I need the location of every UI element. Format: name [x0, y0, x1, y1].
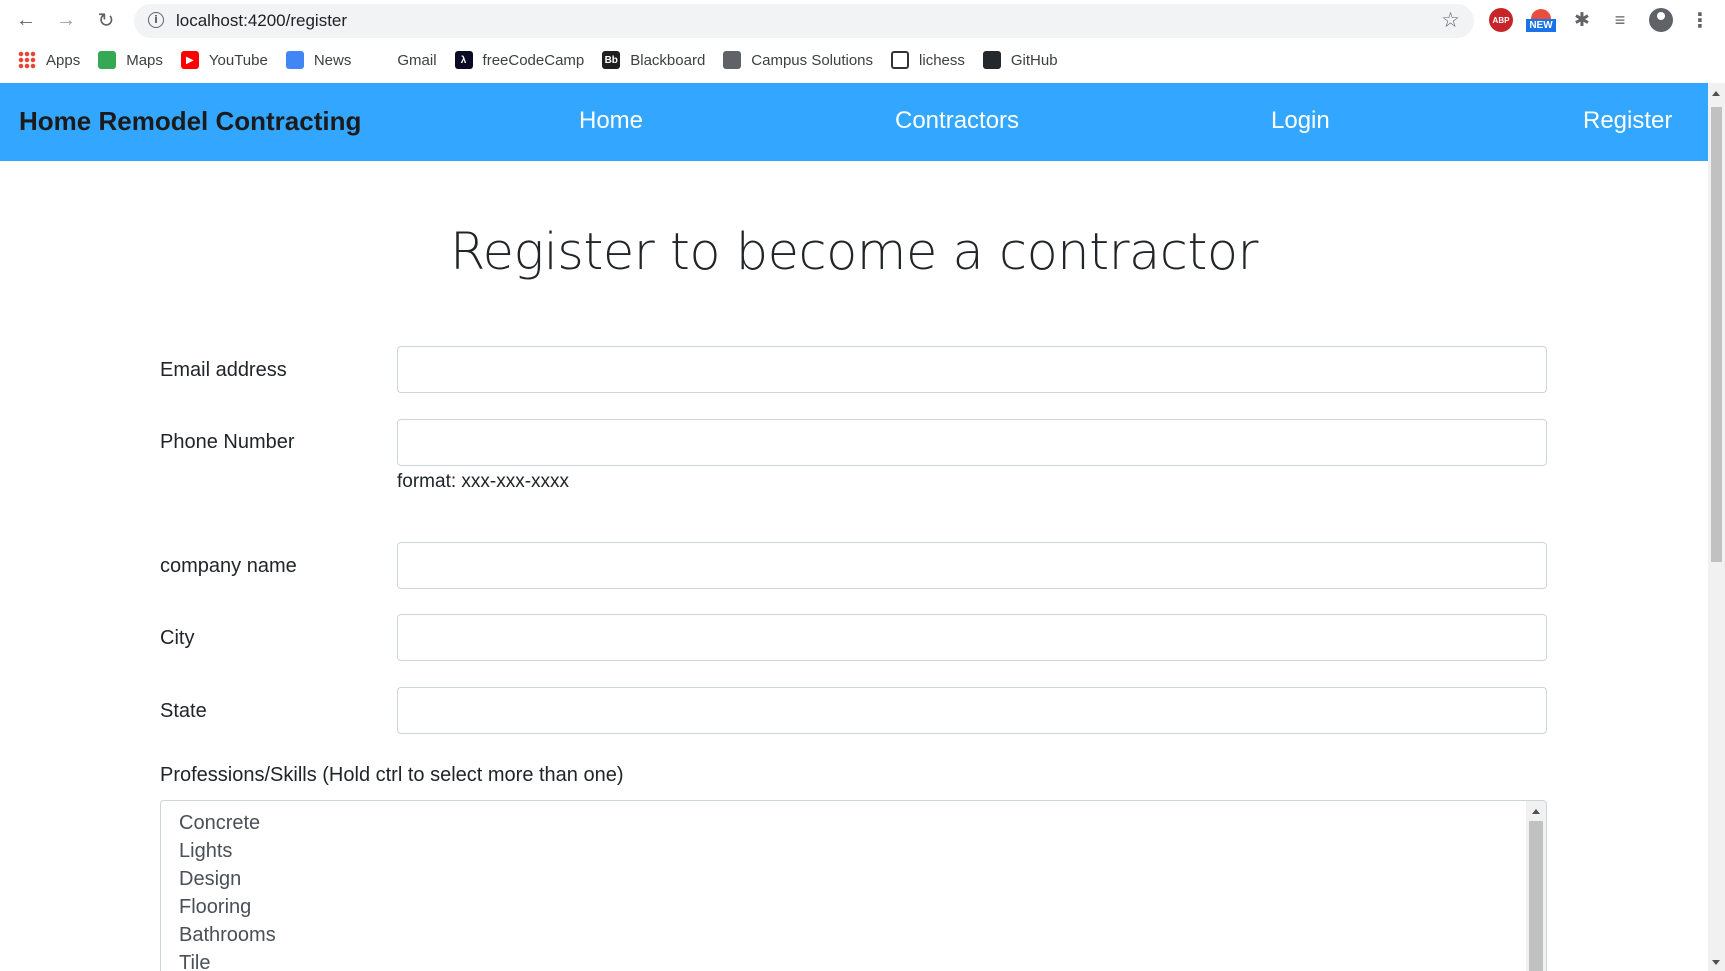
youtube-icon: ▶	[180, 51, 199, 69]
bookmark-label: Maps	[126, 51, 163, 69]
address-bar[interactable]: i localhost:4200/register ☆	[134, 4, 1474, 38]
bookmark-apps[interactable]: Apps	[18, 48, 80, 72]
email-input[interactable]	[397, 346, 1547, 393]
adblock-label: ABP	[1492, 15, 1510, 25]
page-scroll-thumb[interactable]	[1711, 107, 1722, 562]
skill-option-bathrooms[interactable]: Bathrooms	[179, 921, 276, 949]
bookmark-label: News	[313, 51, 352, 69]
city-label: City	[160, 627, 195, 649]
bookmark-github[interactable]: GitHub	[982, 48, 1058, 72]
globe-icon	[723, 51, 742, 69]
nav-link-login[interactable]: Login	[1271, 107, 1330, 135]
gmail-icon: M	[369, 51, 388, 69]
bookmark-label: freeCodeCamp	[482, 51, 585, 69]
bookmark-freecodecamp[interactable]: λ freeCodeCamp	[454, 48, 585, 72]
bookmark-label: Campus Solutions	[751, 51, 874, 69]
profile-avatar-icon[interactable]	[1649, 8, 1673, 32]
skill-option-concrete[interactable]: Concrete	[179, 809, 276, 837]
blackboard-icon: Bb	[602, 51, 621, 69]
new-extension-icon[interactable]: NEW	[1524, 8, 1558, 32]
skill-option-tile[interactable]: Tile	[179, 949, 276, 971]
github-icon	[982, 51, 1001, 69]
bookmark-label: YouTube	[208, 51, 268, 69]
scroll-up-arrow-icon[interactable]	[1712, 91, 1720, 96]
bookmark-label: lichess	[919, 51, 965, 69]
bookmark-label: Apps	[46, 51, 81, 69]
url-text[interactable]: localhost:4200/register	[176, 11, 347, 31]
extensions-puzzle-icon[interactable]: ✱	[1570, 8, 1594, 32]
freecodecamp-icon: λ	[454, 51, 473, 69]
browser-menu-icon[interactable]: ⋮	[1690, 8, 1710, 32]
bookmarks-bar: Apps Maps ▶ YouTube News M Gmail λ freeC…	[0, 42, 1725, 78]
extension-badge-top	[1531, 8, 1551, 19]
bookmark-label: Gmail	[397, 51, 437, 69]
bookmark-blackboard[interactable]: Bb Blackboard	[602, 48, 705, 72]
media-control-icon[interactable]: ≡	[1608, 8, 1632, 32]
adblock-extension-icon[interactable]: ABP	[1489, 8, 1513, 32]
bookmark-star-icon[interactable]: ☆	[1441, 8, 1460, 33]
skill-option-lights[interactable]: Lights	[179, 837, 276, 865]
skills-scroll-thumb[interactable]	[1529, 821, 1543, 971]
page-title: Register to become a contractor	[449, 223, 1259, 282]
phone-label: Phone Number	[160, 431, 295, 453]
bookmark-maps[interactable]: Maps	[98, 48, 163, 72]
email-label: Email address	[160, 359, 287, 381]
nav-link-contractors[interactable]: Contractors	[895, 107, 1019, 135]
skills-multiselect[interactable]: Concrete Lights Design Flooring Bathroom…	[160, 800, 1547, 971]
city-input[interactable]	[397, 614, 1547, 661]
reload-icon[interactable]: ↻	[92, 6, 120, 34]
site-info-icon[interactable]: i	[148, 12, 164, 28]
skills-label: Professions/Skills (Hold ctrl to select …	[160, 764, 624, 786]
browser-toolbar: ← → ↻ i localhost:4200/register ☆ ABP NE…	[0, 0, 1725, 40]
bookmark-youtube[interactable]: ▶ YouTube	[180, 48, 268, 72]
site-brand[interactable]: Home Remodel Contracting	[19, 106, 361, 137]
skill-option-flooring[interactable]: Flooring	[179, 893, 276, 921]
phone-format-hint: format: xxx-xxx-xxxx	[397, 471, 570, 492]
scroll-up-arrow-icon[interactable]	[1532, 809, 1540, 814]
new-badge-label: NEW	[1526, 18, 1556, 32]
nav-link-home[interactable]: Home	[579, 107, 643, 135]
apps-grid-icon	[18, 51, 36, 69]
nav-link-register[interactable]: Register	[1583, 107, 1672, 135]
skills-options: Concrete Lights Design Flooring Bathroom…	[179, 809, 276, 971]
page-scrollbar[interactable]	[1708, 83, 1725, 971]
forward-arrow-icon[interactable]: →	[52, 6, 80, 34]
back-arrow-icon[interactable]: ←	[12, 6, 40, 34]
bookmark-news[interactable]: News	[285, 48, 352, 72]
phone-input[interactable]	[397, 419, 1547, 466]
state-label: State	[160, 700, 207, 722]
lichess-icon	[891, 51, 910, 69]
bookmark-gmail[interactable]: M Gmail	[369, 48, 437, 72]
bookmark-lichess[interactable]: lichess	[891, 48, 965, 72]
maps-icon	[98, 51, 117, 69]
news-icon	[285, 51, 304, 69]
bookmark-campus-solutions[interactable]: Campus Solutions	[723, 48, 873, 72]
company-input[interactable]	[397, 542, 1547, 589]
skill-option-design[interactable]: Design	[179, 865, 276, 893]
bookmark-label: GitHub	[1010, 51, 1058, 69]
company-label: company name	[160, 555, 297, 577]
skills-scrollbar[interactable]	[1526, 801, 1546, 971]
page-viewport: Home Remodel Contracting Home Contractor…	[0, 83, 1708, 971]
bookmark-label: Blackboard	[630, 51, 706, 69]
site-navbar: Home Remodel Contracting Home Contractor…	[0, 83, 1708, 161]
scroll-down-arrow-icon[interactable]	[1712, 960, 1720, 965]
state-input[interactable]	[397, 687, 1547, 734]
